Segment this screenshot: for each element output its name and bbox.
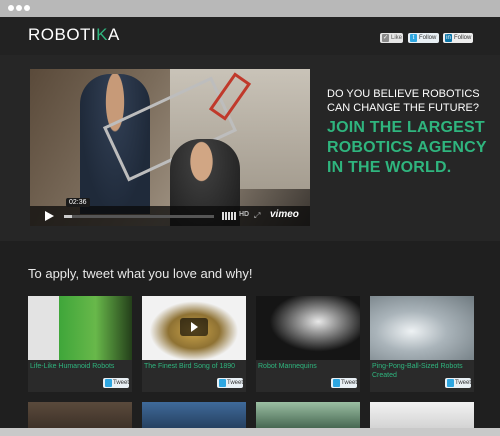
tweet-label: Tweet	[227, 380, 244, 386]
linkedin-follow-label: Follow	[454, 35, 472, 41]
logo-accent-letter: K	[96, 25, 109, 44]
logo-text-end: A	[108, 25, 120, 44]
card-thumbnail[interactable]	[142, 296, 246, 360]
card-caption[interactable]: The Finest Bird Song of 1890	[144, 362, 244, 371]
twitter-icon: t	[410, 34, 417, 42]
card-thumbnail[interactable]	[28, 296, 132, 360]
video-progress-fill	[64, 215, 72, 218]
site-header: ROBOTIKA ✓ Like t Follow in Follow	[0, 17, 500, 55]
card-thumbnail[interactable]	[370, 296, 474, 360]
video-controls: 02:36 HD ⤢ vimeo	[30, 198, 310, 226]
twitter-icon	[105, 379, 112, 387]
video-card[interactable]: Ping-Pong-Ball-Sized Robots Created Twee…	[370, 296, 474, 392]
window-bottom-edge	[0, 428, 500, 436]
twitter-icon	[219, 379, 226, 387]
like-button[interactable]: ✓ Like	[380, 33, 403, 43]
card-caption[interactable]: Life-Like Humanoid Robots	[30, 362, 130, 371]
tweet-label: Tweet	[113, 380, 130, 386]
window-titlebar	[0, 0, 500, 17]
card-caption[interactable]: Robot Mannequins	[258, 362, 358, 371]
hero-question: DO YOU BELIEVE ROBOTICS CAN CHANGE THE F…	[327, 88, 480, 114]
tweet-label: Tweet	[341, 380, 358, 386]
video-card[interactable]: Life-Like Humanoid Robots Tweet	[28, 296, 132, 392]
hd-toggle[interactable]: HD	[239, 211, 249, 218]
twitter-icon	[447, 379, 454, 387]
tweet-label: Tweet	[455, 380, 472, 386]
play-icon[interactable]	[45, 211, 54, 221]
video-timecode: 02:36	[66, 198, 90, 207]
logo[interactable]: ROBOTIKA	[28, 25, 120, 45]
play-overlay-icon[interactable]	[180, 318, 208, 336]
like-icon: ✓	[382, 34, 389, 42]
volume-icon[interactable]	[222, 212, 236, 220]
like-label: Like	[391, 35, 403, 41]
linkedin-icon: in	[445, 34, 452, 42]
tweet-button[interactable]: Tweet	[217, 378, 243, 388]
section-title: To apply, tweet what you love and why!	[28, 266, 253, 281]
fullscreen-icon[interactable]: ⤢	[254, 212, 260, 220]
video-card[interactable]: The Finest Bird Song of 1890 Tweet	[142, 296, 246, 392]
linkedin-follow-button[interactable]: in Follow	[443, 33, 473, 43]
tweet-button[interactable]: Tweet	[103, 378, 129, 388]
twitter-follow-button[interactable]: t Follow	[408, 33, 439, 43]
video-player[interactable]: 02:36 HD ⤢ vimeo	[30, 69, 310, 226]
tweet-button[interactable]: Tweet	[445, 378, 471, 388]
window-dot-icon[interactable]	[16, 5, 22, 11]
tweet-button[interactable]: Tweet	[331, 378, 357, 388]
card-thumbnail[interactable]	[256, 296, 360, 360]
twitter-follow-label: Follow	[419, 35, 437, 41]
window-dot-icon[interactable]	[8, 5, 14, 11]
video-progress-bar[interactable]	[64, 215, 214, 218]
video-card[interactable]: Robot Mannequins Tweet	[256, 296, 360, 392]
hero-cta-headline: JOIN THE LARGEST ROBOTICS AGENCY IN THE …	[327, 119, 487, 176]
window-dot-icon[interactable]	[24, 5, 30, 11]
logo-text: ROBOTI	[28, 25, 97, 44]
twitter-icon	[333, 379, 340, 387]
vimeo-logo[interactable]: vimeo	[270, 209, 299, 220]
